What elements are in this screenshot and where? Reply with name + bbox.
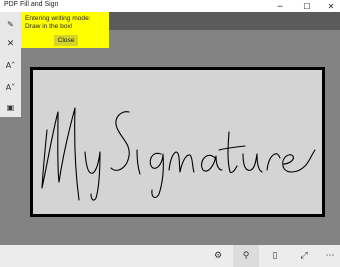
signature-ink (41, 107, 316, 201)
left-toolbar: ✎ ✕ A˄ A˅ ▣ (0, 12, 21, 117)
fullscreen-icon: ⤢ (300, 251, 308, 261)
save-icon: ▣ (6, 102, 15, 112)
signature-drawing-box[interactable] (30, 67, 325, 217)
settings-gear-icon: ⚙ (213, 251, 223, 261)
fullscreen-button[interactable]: ⤢ (291, 245, 317, 267)
exit-writing-button[interactable]: ✕ (0, 34, 21, 54)
search-icon: ⚲ (242, 251, 250, 261)
font-increase-button[interactable]: A˄ (0, 55, 21, 75)
notice-message: Entering writing mode: Draw in the box! (25, 15, 91, 30)
bottom-app-bar: ⚙ ⚲ ▯ ⤢ ⋯ (0, 245, 340, 267)
font-increase-icon: A˄ (5, 60, 16, 70)
close-window-icon: ✕ (327, 1, 335, 11)
minimize-button[interactable]: ─ (268, 0, 292, 12)
save-button[interactable]: ▣ (0, 97, 21, 117)
settings-button[interactable]: ⚙ (205, 245, 231, 267)
more-options-button[interactable]: ⋯ (317, 245, 340, 267)
close-window-button[interactable]: ✕ (319, 0, 340, 12)
font-decrease-icon: A˅ (5, 82, 16, 92)
app-title: PDF Fill and Sign (4, 1, 59, 8)
pen-icon: ✎ (7, 19, 14, 29)
more-icon: ⋯ (325, 251, 335, 261)
page-view-button[interactable]: ▯ (262, 245, 288, 267)
close-icon: ✕ (6, 39, 15, 49)
page-icon: ▯ (272, 251, 278, 261)
font-decrease-button[interactable]: A˅ (0, 77, 21, 97)
minimize-icon: ─ (277, 1, 283, 11)
maximize-icon: ☐ (303, 1, 311, 11)
notice-close-button[interactable]: Close (54, 35, 78, 46)
search-button[interactable]: ⚲ (233, 245, 259, 267)
pen-tool-button[interactable]: ✎ (0, 14, 21, 34)
title-bar: PDF Fill and Sign ─ ☐ ✕ (0, 0, 340, 12)
maximize-button[interactable]: ☐ (295, 0, 319, 12)
